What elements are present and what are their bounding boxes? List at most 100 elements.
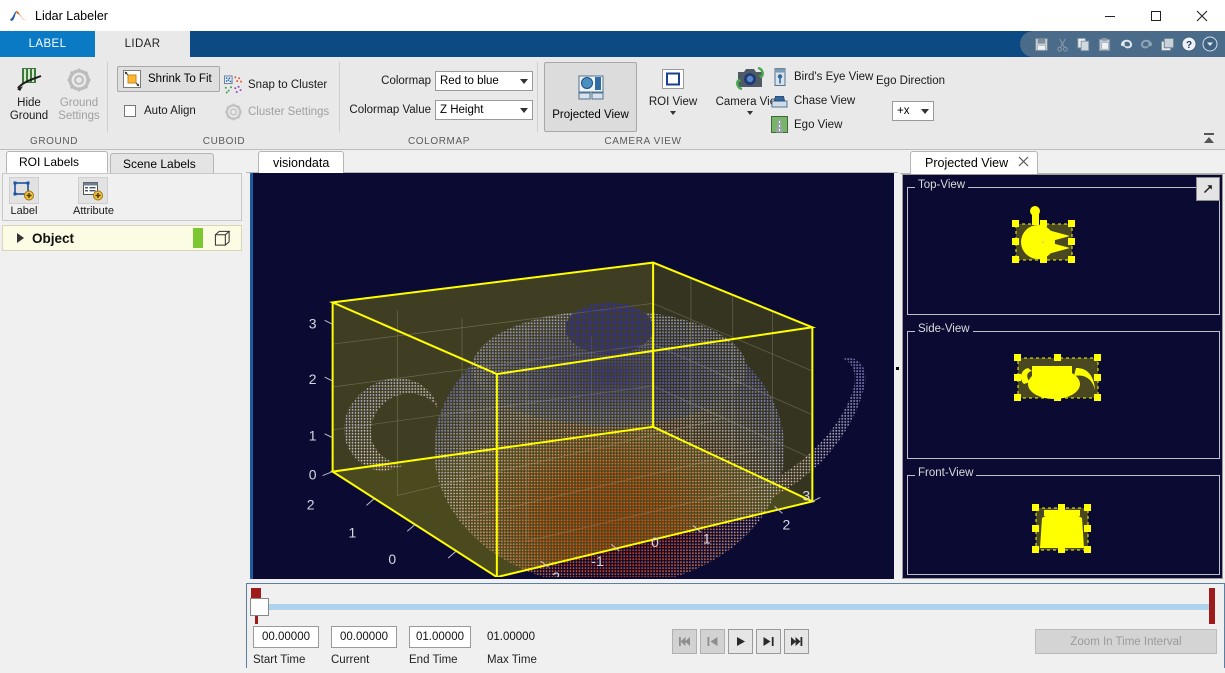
cluster-settings-button[interactable]: Cluster Settings xyxy=(224,102,329,121)
axis-tick-z-2: 2 xyxy=(309,371,317,387)
ribbon-group-ground: Hide Ground Ground xyxy=(0,57,108,150)
front-view-scene xyxy=(908,476,1219,574)
auto-align-label: Auto Align xyxy=(144,105,196,117)
colormap-select[interactable]: Red to blue xyxy=(435,71,533,91)
current-time-input[interactable]: 00.00000 xyxy=(331,626,397,648)
add-label-button[interactable]: Label xyxy=(9,177,39,217)
gear-icon xyxy=(66,63,92,97)
ego-view-button[interactable]: Ego View xyxy=(770,115,842,134)
chevron-down-icon[interactable] xyxy=(670,111,676,115)
maximize-button[interactable] xyxy=(1133,0,1179,31)
ground-settings-button[interactable]: Ground Settings xyxy=(54,63,104,123)
timeline-end-marker[interactable] xyxy=(1209,588,1215,624)
collapse-ribbon-button[interactable] xyxy=(1199,129,1219,147)
colormap-label: Colormap xyxy=(346,75,431,87)
projected-top-view[interactable]: Top-View xyxy=(907,187,1220,315)
undo-icon[interactable] xyxy=(1116,35,1135,54)
point-cloud-scene: 3 2 1 0 2 1 0 -1 -2 -1 0 1 2 3 xyxy=(253,173,894,577)
axis-tick-x-n1: -1 xyxy=(591,553,604,569)
cluster-settings-label: Cluster Settings xyxy=(248,106,329,118)
timeline-track[interactable] xyxy=(255,604,1215,610)
projected-front-view[interactable]: Front-View xyxy=(907,475,1220,575)
birds-eye-view-label: Bird's Eye View xyxy=(794,71,873,83)
close-icon[interactable] xyxy=(1018,156,1029,170)
save-icon[interactable] xyxy=(1032,35,1051,54)
timeline-thumb[interactable] xyxy=(250,598,269,616)
go-to-start-button[interactable] xyxy=(672,629,697,654)
expand-icon[interactable] xyxy=(1196,177,1220,201)
birds-eye-view-icon xyxy=(770,67,789,86)
zoom-in-time-interval-button[interactable]: Zoom In Time Interval xyxy=(1035,629,1217,654)
left-panel-toolbar: Label Attribute xyxy=(2,173,242,221)
colormap-value-select[interactable]: Z Height xyxy=(435,100,533,120)
app-logo-icon xyxy=(9,8,27,24)
play-button[interactable] xyxy=(728,629,753,654)
tab-lidar[interactable]: LIDAR xyxy=(95,31,190,57)
ribbon-group-ground-label: GROUND xyxy=(0,136,108,147)
axis-tick-y-0: 0 xyxy=(388,551,396,567)
max-time-label: Max Time xyxy=(487,654,557,666)
end-time-field[interactable]: 01.00000 End Time xyxy=(409,626,471,666)
tab-visiondata[interactable]: visiondata xyxy=(258,151,344,173)
help-icon[interactable]: ? xyxy=(1179,35,1198,54)
axis-tick-x-1: 1 xyxy=(703,530,711,546)
side-view-scene xyxy=(908,332,1219,458)
projected-side-view[interactable]: Side-View xyxy=(907,331,1220,459)
add-label-label: Label xyxy=(11,205,38,217)
paste-icon[interactable] xyxy=(1095,35,1114,54)
ribbon-group-colormap: Colormap Red to blue Colormap Value Z He… xyxy=(340,57,538,150)
label-list-item-object[interactable]: Object xyxy=(2,225,242,251)
end-time-input[interactable]: 01.00000 xyxy=(409,626,471,648)
expand-triangle-icon[interactable] xyxy=(17,233,24,243)
birds-eye-view-button[interactable]: Bird's Eye View xyxy=(770,67,873,86)
projected-view-button[interactable]: Projected View xyxy=(544,62,637,132)
minimize-button[interactable] xyxy=(1087,0,1133,31)
auto-align-checkbox[interactable]: Auto Align xyxy=(120,101,196,120)
shrink-to-fit-button[interactable]: Shrink To Fit xyxy=(117,66,220,92)
ribbon-group-camera-view: Projected View ROI View xyxy=(538,57,958,150)
tab-projected-view[interactable]: Projected View xyxy=(910,151,1038,174)
tab-roi-labels[interactable]: ROI Labels xyxy=(6,151,108,173)
redo-icon[interactable] xyxy=(1137,35,1156,54)
side-view-canvas[interactable] xyxy=(908,332,1219,458)
tab-label[interactable]: LABEL xyxy=(0,31,95,57)
axis-tick-x-2: 2 xyxy=(782,516,790,532)
roi-view-button[interactable]: ROI View xyxy=(642,62,704,115)
previous-frame-button[interactable] xyxy=(700,629,725,654)
add-attribute-button[interactable]: Attribute xyxy=(73,177,114,217)
tab-projected-view-label: Projected View xyxy=(925,156,1008,170)
next-frame-button[interactable] xyxy=(756,629,781,654)
chase-view-button[interactable]: Chase View xyxy=(770,91,855,110)
more-icon[interactable] xyxy=(1200,35,1219,54)
axis-tick-z-3: 3 xyxy=(309,315,317,331)
point-cloud-canvas[interactable]: 3 2 1 0 2 1 0 -1 -2 -1 0 1 2 3 xyxy=(250,173,894,579)
ego-direction-select[interactable]: +x xyxy=(892,101,934,121)
chevron-down-icon[interactable] xyxy=(747,111,753,115)
ego-direction-label: Ego Direction xyxy=(876,75,958,87)
window-controls xyxy=(1087,0,1225,31)
start-time-input[interactable]: 00.00000 xyxy=(253,626,319,648)
end-time-label: End Time xyxy=(409,654,471,666)
max-time-field: 01.00000 Max Time xyxy=(487,626,557,666)
label-color-swatch[interactable] xyxy=(193,228,203,248)
hide-ground-label-2: Ground xyxy=(10,110,48,123)
add-attribute-label: Attribute xyxy=(73,205,114,217)
front-view-canvas[interactable] xyxy=(908,476,1219,574)
tab-scene-labels[interactable]: Scene Labels xyxy=(110,153,214,173)
copy-icon[interactable] xyxy=(1074,35,1093,54)
cut-icon[interactable] xyxy=(1053,35,1072,54)
close-button[interactable] xyxy=(1179,0,1225,31)
hide-ground-button[interactable]: Hide Ground xyxy=(6,63,52,123)
shrink-to-fit-label: Shrink To Fit xyxy=(148,73,212,85)
layout-icon[interactable] xyxy=(1158,35,1177,54)
top-view-canvas[interactable] xyxy=(908,188,1219,314)
ego-direction-value: +x xyxy=(897,105,916,117)
snap-to-cluster-button[interactable]: Snap to Cluster xyxy=(224,75,327,94)
max-time-value: 01.00000 xyxy=(487,626,557,648)
top-view-title: Top-View xyxy=(915,179,968,191)
go-to-end-button[interactable] xyxy=(784,629,809,654)
start-time-field[interactable]: 00.00000 Start Time xyxy=(253,626,319,666)
status-strip xyxy=(0,668,1225,673)
title-bar: Lidar Labeler xyxy=(0,0,1225,31)
current-time-field[interactable]: 00.00000 Current xyxy=(331,626,397,666)
